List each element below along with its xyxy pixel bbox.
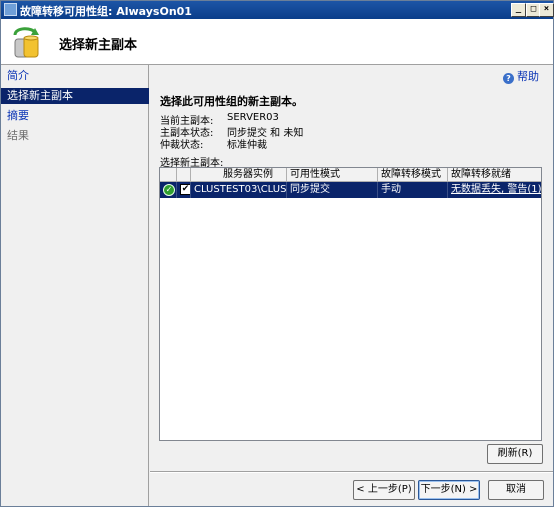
wizard-window: 故障转移可用性组: AlwaysOn01 _ □ × 选择新主副本 简介 选择新… (0, 0, 554, 507)
help-icon: ? (503, 73, 514, 84)
quorum-state-label: 仲裁状态: (160, 140, 204, 151)
replica-select-checkbox[interactable]: ✔ (180, 184, 190, 195)
wizard-sidebar: 简介 选择新主副本 摘要 结果 (1, 65, 149, 506)
app-icon (4, 3, 17, 16)
title-bar[interactable]: 故障转移可用性组: AlwaysOn01 _ □ × (1, 1, 554, 19)
column-header-availability-mode[interactable]: 可用性模式 (287, 168, 378, 182)
failover-readiness-cell: 无数据丢失, 警告(1) (448, 182, 541, 198)
table-row[interactable]: ✓ ✔ CLUSTEST03\CLUST... 同步提交 手动 无数据丢失, 警… (160, 182, 541, 198)
refresh-button[interactable]: 刷新(R) (487, 444, 543, 464)
availability-group-icon (13, 27, 39, 58)
minimize-button[interactable]: _ (511, 3, 526, 17)
column-header-failover-mode[interactable]: 故障转移模式 (378, 168, 448, 182)
sidebar-item-select-new-primary[interactable]: 选择新主副本 (1, 88, 149, 104)
availability-mode-cell: 同步提交 (287, 182, 378, 198)
instruction-text: 选择此可用性组的新主副本。 (160, 95, 303, 108)
failover-mode-cell: 手动 (378, 182, 448, 198)
status-ok-icon: ✓ (163, 184, 175, 196)
select-cell[interactable]: ✔ (177, 182, 191, 198)
status-cell: ✓ (160, 182, 177, 198)
column-header-failover-readiness[interactable]: 故障转移就绪 (448, 168, 541, 182)
wizard-content: ? 帮助 选择此可用性组的新主副本。 当前主副本: SERVER03 主副本状态:… (150, 65, 553, 506)
sidebar-item-introduction[interactable]: 简介 (1, 68, 149, 84)
cancel-button[interactable]: 取消 (488, 480, 544, 500)
previous-button[interactable]: < 上一步(P) (353, 480, 415, 500)
check-column-header (177, 168, 191, 182)
failover-readiness-link[interactable]: 无数据丢失, 警告(1) (451, 184, 541, 195)
sidebar-item-results: 结果 (7, 129, 29, 142)
sidebar-item-summary[interactable]: 摘要 (1, 108, 149, 124)
quorum-state-value: 标准仲裁 (227, 140, 267, 151)
column-header-server-instance[interactable]: 服务器实例 (191, 168, 287, 182)
grid-header: 服务器实例 可用性模式 故障转移模式 故障转移就绪 (160, 168, 541, 182)
wizard-header: 选择新主副本 (1, 19, 553, 65)
close-button[interactable]: × (539, 3, 554, 17)
status-column-header (160, 168, 177, 182)
page-title: 选择新主副本 (59, 38, 138, 53)
server-instance-cell: CLUSTEST03\CLUST... (191, 182, 287, 198)
help-link[interactable]: ? 帮助 (503, 69, 539, 85)
current-primary-value: SERVER03 (227, 112, 279, 123)
help-label: 帮助 (517, 70, 539, 83)
replica-grid[interactable]: 服务器实例 可用性模式 故障转移模式 故障转移就绪 ✓ ✔ CLUSTEST03… (159, 167, 542, 441)
next-button[interactable]: 下一步(N) > (418, 480, 480, 500)
window-title: 故障转移可用性组: AlwaysOn01 (20, 5, 192, 18)
footer-divider (150, 471, 553, 473)
